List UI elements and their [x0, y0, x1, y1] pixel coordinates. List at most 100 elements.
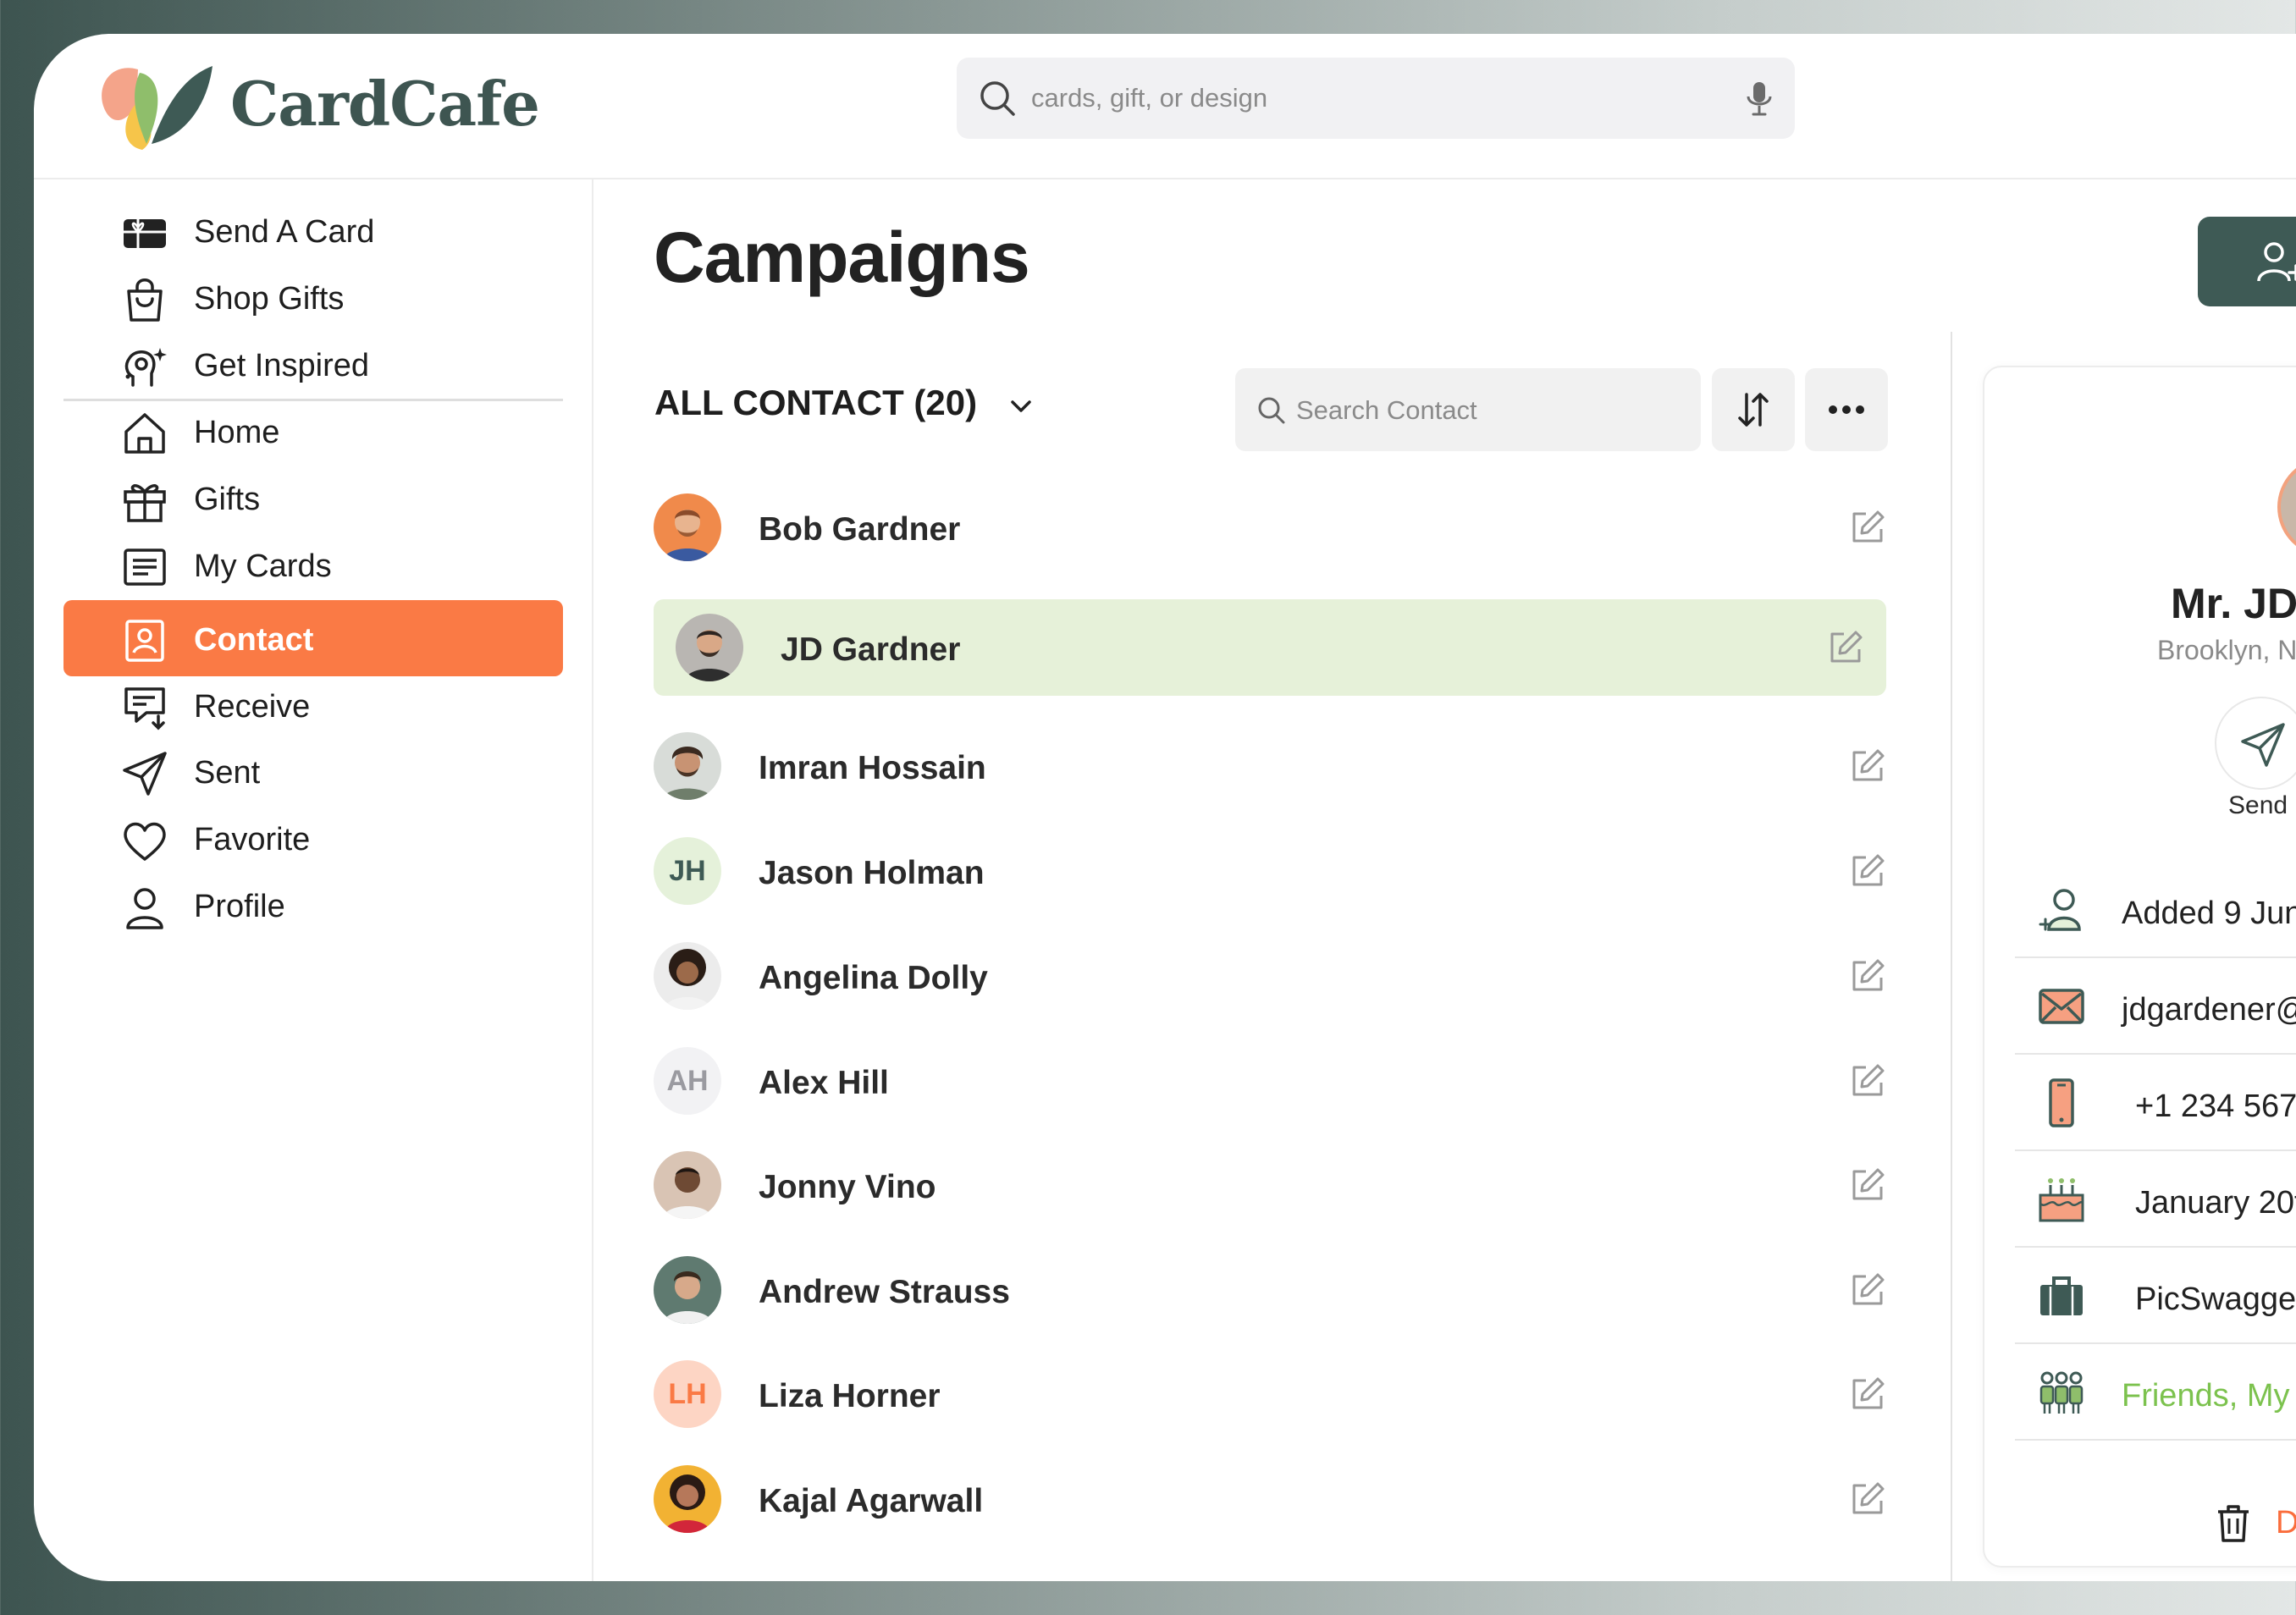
contact-name: Bob Gardner: [759, 511, 961, 548]
edit-icon: [1852, 749, 1885, 781]
edit-contact-button[interactable]: [1849, 1271, 1886, 1309]
microphone-icon[interactable]: [1744, 80, 1774, 119]
detail-contact-name: Mr. JD: [2171, 580, 2296, 627]
sidebar-item-label: Receive: [194, 689, 311, 725]
contact-avatar: [676, 614, 743, 681]
contact-initials-avatar: JH: [654, 837, 721, 905]
contact-avatar: [654, 732, 721, 800]
contact-avatar: [654, 493, 721, 561]
birthday-cake-icon: [2039, 1178, 2084, 1222]
search-icon: [1258, 397, 1285, 424]
sidebar-item-favorite[interactable]: Favorite: [63, 800, 563, 876]
detail-email-row[interactable]: jdgardener@: [2015, 958, 2296, 1055]
sidebar-item-home[interactable]: Home: [63, 393, 563, 469]
edit-contact-button[interactable]: [1849, 1480, 1886, 1518]
sidebar-item-get-inspired[interactable]: Get Inspired: [63, 326, 563, 402]
detail-groups-row: Friends, My F: [2015, 1344, 2296, 1441]
add-user-icon: [2257, 242, 2296, 282]
edit-icon: [1852, 510, 1885, 543]
delete-contact-button[interactable]: Del: [2215, 1496, 2296, 1547]
contact-row-selected[interactable]: JD Gardner: [654, 599, 1886, 696]
contact-row[interactable]: Andrew Strauss: [654, 1242, 1886, 1338]
contact-row[interactable]: Kajal Agarwall: [654, 1451, 1886, 1547]
edit-contact-button[interactable]: [1849, 957, 1886, 995]
sidebar-item-label: Sent: [194, 755, 261, 791]
contact-row[interactable]: JH Jason Holman: [654, 823, 1886, 919]
chevron-down-icon[interactable]: [1006, 391, 1036, 422]
trash-icon: [2218, 1505, 2249, 1542]
detail-email-text[interactable]: jdgardener@: [2122, 992, 2296, 1028]
detail-company-row: PicSwagger: [2015, 1248, 2296, 1344]
detail-phone-row[interactable]: +1 234 567: [2015, 1055, 2296, 1151]
detail-birthday-text: January 20t: [2135, 1185, 2296, 1221]
briefcase-icon: [2040, 1276, 2083, 1315]
contact-filter-dropdown[interactable]: ALL CONTACT (20): [654, 383, 977, 423]
sidebar-item-send-a-card[interactable]: Send A Card: [63, 192, 563, 268]
edit-icon: [1852, 1273, 1885, 1305]
detail-birthday-row: January 20t: [2015, 1151, 2296, 1248]
user-icon: [126, 888, 163, 929]
sort-button[interactable]: [1712, 368, 1795, 451]
add-contact-button[interactable]: [2198, 217, 2296, 306]
contact-avatar: [654, 1465, 721, 1533]
more-options-button[interactable]: [1805, 368, 1888, 451]
paper-plane-icon: [2241, 723, 2285, 767]
contact-name: Andrew Strauss: [759, 1274, 1010, 1310]
edit-icon: [1830, 631, 1863, 663]
sidebar-item-shop-gifts[interactable]: Shop Gifts: [63, 259, 563, 335]
sidebar-item-label: My Cards: [194, 548, 332, 584]
receive-message-icon: [124, 687, 165, 730]
shopping-bag-icon: [127, 278, 163, 322]
sidebar-item-profile[interactable]: Profile: [63, 867, 563, 943]
edit-contact-button[interactable]: [1827, 629, 1864, 666]
contact-row[interactable]: Jonny Vino: [654, 1137, 1886, 1233]
sidebar-item-my-cards[interactable]: My Cards: [63, 526, 563, 603]
edit-contact-button[interactable]: [1849, 1375, 1886, 1413]
edit-contact-button[interactable]: [1849, 747, 1886, 785]
contact-row[interactable]: AH Alex Hill: [654, 1033, 1886, 1129]
edit-contact-button[interactable]: [1849, 509, 1886, 546]
top-header: CardCafe: [34, 34, 2296, 179]
sidebar-item-receive[interactable]: Receive: [63, 667, 563, 743]
contact-row[interactable]: Bob Gardner: [654, 479, 1886, 576]
edit-contact-button[interactable]: [1849, 852, 1886, 890]
contact-search-input[interactable]: [1294, 389, 1679, 432]
contact-row[interactable]: Imran Hossain: [654, 718, 1886, 814]
page-title: Campaigns: [654, 218, 1030, 297]
contact-initials-avatar: LH: [654, 1360, 721, 1428]
edit-contact-button[interactable]: [1849, 1166, 1886, 1204]
column-divider: [1951, 332, 1952, 1581]
contact-search-bar[interactable]: [1235, 368, 1701, 451]
sidebar-item-gifts[interactable]: Gifts: [63, 460, 563, 536]
sidebar-item-sent[interactable]: Sent: [63, 733, 563, 809]
delete-label: Del: [2276, 1505, 2296, 1541]
detail-phone-text[interactable]: +1 234 567: [2135, 1089, 2296, 1125]
detail-contact-location: Brooklyn, N: [2157, 635, 2296, 665]
sidebar-nav: Send A Card Shop Gifts Get Inspired Home…: [34, 178, 593, 1581]
contact-initials-avatar: AH: [654, 1047, 721, 1115]
sort-arrows-icon: [1738, 393, 1769, 427]
sidebar-item-label: Home: [194, 415, 280, 450]
paper-plane-icon: [123, 752, 167, 796]
contact-row[interactable]: Angelina Dolly: [654, 928, 1886, 1024]
search-icon: [980, 81, 1015, 116]
global-search-input[interactable]: [1029, 76, 1710, 120]
detail-groups-text: Friends, My F: [2122, 1378, 2296, 1414]
sparkle-idea-icon: [124, 348, 167, 387]
edit-icon: [1852, 854, 1885, 886]
contact-name: JD Gardner: [781, 631, 961, 668]
gift-card-icon: [124, 219, 166, 248]
heart-icon: [124, 822, 166, 861]
edit-contact-button[interactable]: [1849, 1062, 1886, 1100]
contact-name: Jonny Vino: [759, 1169, 936, 1205]
global-search-bar[interactable]: [957, 58, 1795, 139]
edit-icon: [1852, 1168, 1885, 1200]
edit-icon: [1852, 1377, 1885, 1409]
cardcafe-logo[interactable]: [96, 61, 214, 154]
sidebar-item-contact[interactable]: Contact: [63, 600, 563, 676]
edit-icon: [1852, 1482, 1885, 1514]
contact-name: Alex Hill: [759, 1065, 889, 1101]
contact-row[interactable]: LH Liza Horner: [654, 1346, 1886, 1442]
edit-icon: [1852, 959, 1885, 991]
contact-avatar: [654, 942, 721, 1010]
